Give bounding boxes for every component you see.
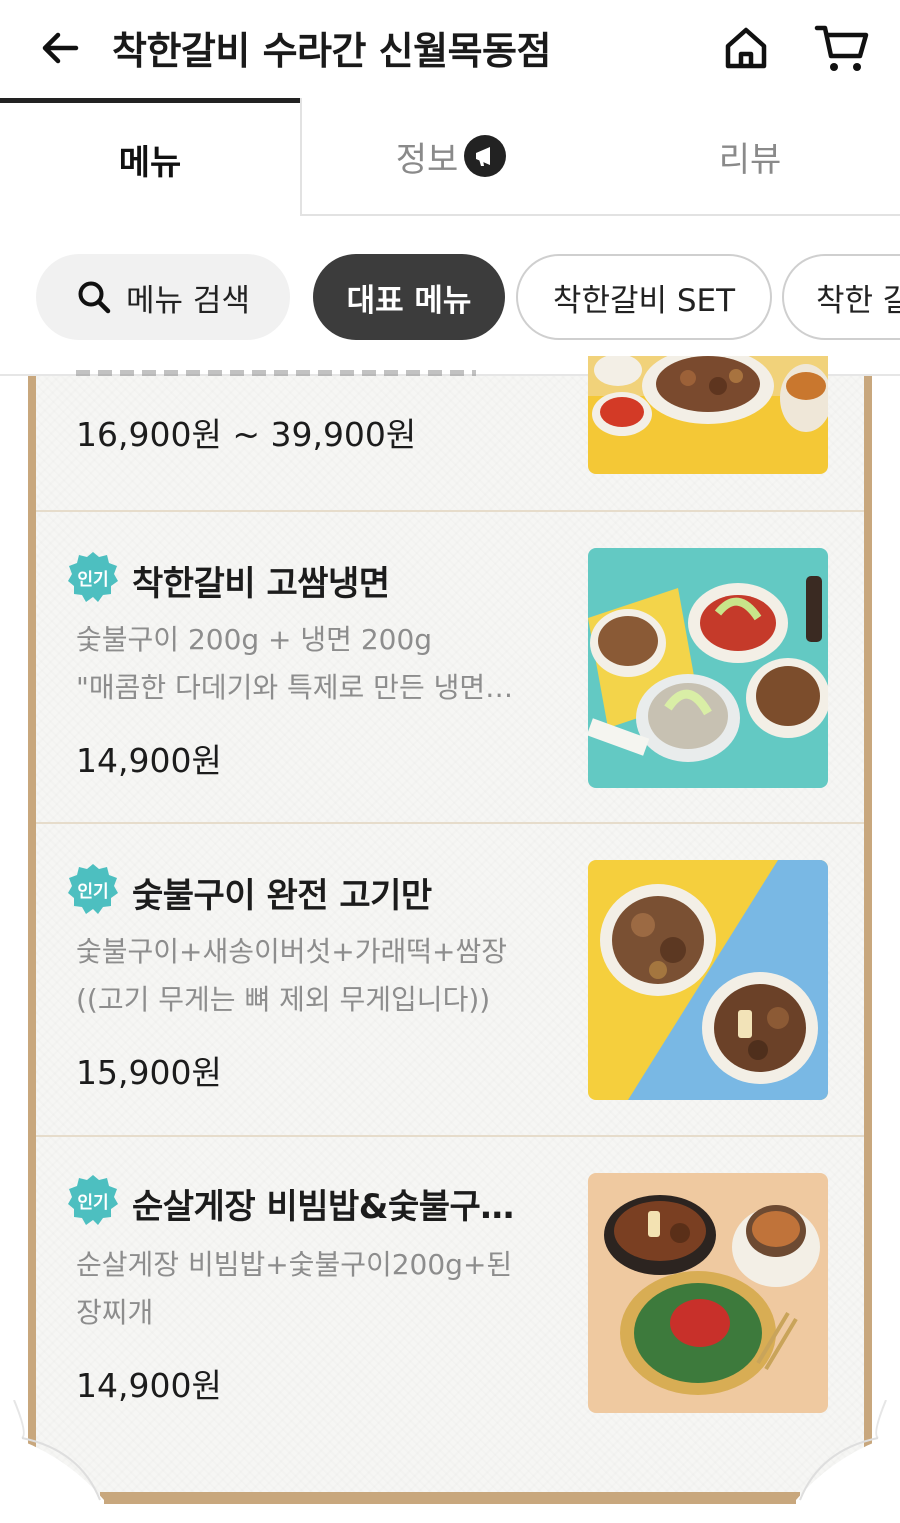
- back-button[interactable]: [34, 22, 86, 74]
- tab-menu[interactable]: 메뉴: [0, 98, 300, 216]
- menu-item[interactable]: 인기 순살게장 비빔밥&숯불구… 순살게장 비빔밥+숯불구이200g+된 장찌개…: [36, 1137, 864, 1427]
- store-title: 착한갈비 수라간 신월목동점: [112, 29, 551, 73]
- megaphone-icon: [464, 135, 507, 177]
- menu-item-desc-line1: 숯불구이 200g + 냉면 200g: [76, 623, 433, 656]
- menu-item-desc-line1: 순살게장 비빔밥+숯불구이200g+된: [76, 1248, 513, 1281]
- chip-representative-menu[interactable]: 대표 메뉴: [313, 254, 505, 340]
- tab-review-label: 리뷰: [718, 139, 782, 180]
- tab-menu-label: 메뉴: [118, 143, 182, 183]
- tab-info-label: 정보: [395, 139, 459, 180]
- popular-badge-label: 인기: [77, 1192, 109, 1213]
- chip-galbi-set[interactable]: 착한갈비 SET: [516, 254, 772, 340]
- category-chips: 메뉴 검색 대표 메뉴 착한갈비 SET 착한 갈: [0, 218, 900, 376]
- menu-item-image: [588, 356, 828, 474]
- menu-item-desc-line2: 장찌개: [76, 1296, 154, 1329]
- clipped-text-fragment: [76, 370, 476, 382]
- menu-item-name: 착한갈비 고쌈냉면: [132, 564, 390, 604]
- arrow-left-icon: [42, 32, 79, 64]
- menu-item-price: 14,900원: [76, 1366, 222, 1405]
- home-icon: [725, 27, 767, 69]
- menu-item-price: 16,900원 ~ 39,900원: [76, 415, 417, 454]
- menu-item-desc-line2: "매콤한 다데기와 특제로 만든 냉면…: [76, 671, 514, 704]
- menu-item-image: [588, 860, 828, 1100]
- tab-review[interactable]: 리뷰: [600, 98, 900, 216]
- menu-item-desc-line2: ((고기 무게는 뼈 제외 무게입니다)): [76, 983, 491, 1016]
- search-icon: [76, 279, 112, 315]
- chip-next-category[interactable]: 착한 갈: [782, 254, 900, 340]
- menu-item[interactable]: 16,900원 ~ 39,900원: [36, 356, 864, 510]
- popular-badge: 인기: [66, 862, 120, 916]
- popular-badge-label: 인기: [77, 881, 109, 902]
- cart-button[interactable]: [812, 20, 872, 76]
- menu-item-desc-line1: 숯불구이+새송이버섯+가래떡+쌈장: [76, 935, 508, 968]
- menu-search-button[interactable]: 메뉴 검색: [36, 254, 290, 340]
- menu-item[interactable]: 인기 착한갈비 고쌈냉면 숯불구이 200g + 냉면 200g "매콤한 다데…: [36, 512, 864, 822]
- app-header: 착한갈비 수라간 신월목동점: [0, 0, 900, 100]
- menu-item-image: [588, 548, 828, 788]
- menu-item-image: [588, 1173, 828, 1413]
- menu-item[interactable]: 인기 숯불구이 완전 고기만 숯불구이+새송이버섯+가래떡+쌈장 ((고기 무게…: [36, 824, 864, 1135]
- search-chip-label: 메뉴 검색: [126, 282, 250, 319]
- menu-item-price: 15,900원: [76, 1053, 222, 1092]
- popular-badge: 인기: [66, 550, 120, 604]
- menu-item-name: 순살게장 비빔밥&숯불구…: [132, 1187, 514, 1227]
- store-tabs: 메뉴 정보 리뷰: [0, 98, 900, 218]
- home-button[interactable]: [718, 20, 774, 76]
- menu-item-name: 숯불구이 완전 고기만: [132, 876, 432, 916]
- popular-badge: 인기: [66, 1173, 120, 1227]
- cart-icon: [814, 25, 869, 71]
- menu-item-price: 14,900원: [76, 741, 222, 780]
- tab-info[interactable]: 정보: [300, 98, 600, 216]
- popular-badge-label: 인기: [77, 569, 109, 590]
